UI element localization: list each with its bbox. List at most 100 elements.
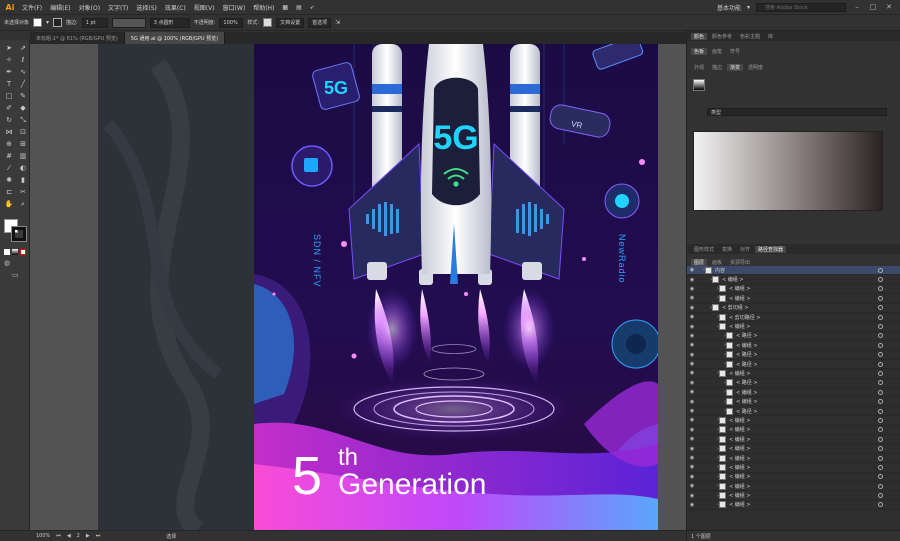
tab-swatches[interactable]: 色板: [691, 47, 708, 55]
menu-window[interactable]: 窗口(W): [219, 3, 250, 12]
tab-5g-doc[interactable]: 5G 通用.ai @ 100% (RGB/GPU 预览): [124, 32, 226, 44]
layer-row[interactable]: ◉ › < 编组 >: [687, 463, 900, 473]
expand-chevron-icon[interactable]: ›: [697, 370, 719, 376]
shape-builder-icon[interactable]: ⊕: [4, 140, 14, 149]
visibility-eye-icon[interactable]: ◉: [687, 314, 697, 320]
layer-target-icon[interactable]: [878, 502, 883, 508]
visibility-eye-icon[interactable]: ◉: [687, 474, 697, 480]
symbol-sprayer-icon[interactable]: ✺: [4, 176, 14, 185]
artboard-tool-icon[interactable]: ⊏: [4, 188, 14, 197]
eraser-icon[interactable]: ◆: [18, 104, 28, 113]
variable-width-dropdown[interactable]: [111, 17, 146, 28]
layer-target-icon[interactable]: [878, 286, 883, 292]
expand-chevron-icon[interactable]: ›: [697, 314, 719, 320]
prev-page-icon[interactable]: ◀: [67, 533, 71, 539]
width-tool-icon[interactable]: ⋈: [4, 128, 14, 137]
expand-chevron-icon[interactable]: ›: [697, 427, 719, 433]
stroke-swatch[interactable]: [53, 18, 63, 27]
layer-target-icon[interactable]: [878, 361, 883, 367]
layer-target-icon[interactable]: [878, 446, 883, 452]
chevron-down-icon[interactable]: ▾: [46, 19, 49, 26]
expand-chevron-icon[interactable]: ›: [697, 474, 719, 480]
menu-view[interactable]: 视图(V): [190, 3, 219, 12]
visibility-eye-icon[interactable]: ◉: [687, 455, 697, 461]
layer-target-icon[interactable]: [878, 267, 883, 273]
curvature-icon[interactable]: ∿: [18, 68, 28, 77]
layer-row[interactable]: ◉ › < 编组 >: [687, 285, 900, 295]
layer-target-icon[interactable]: [878, 408, 883, 414]
doc-setup-button[interactable]: 文档设置: [276, 17, 305, 28]
rectangle-tool-icon[interactable]: □: [4, 92, 14, 101]
expand-chevron-icon[interactable]: ›: [697, 436, 719, 442]
stroke-box[interactable]: [11, 226, 27, 242]
visibility-eye-icon[interactable]: ◉: [687, 305, 697, 311]
visibility-eye-icon[interactable]: ◉: [687, 333, 697, 339]
minimize-icon[interactable]: –: [852, 2, 862, 12]
shaper-icon[interactable]: ✐: [4, 104, 14, 113]
blend-icon[interactable]: ◐: [18, 164, 28, 173]
canvas[interactable]: 5G 5G VR SDN / NFV NewRadio 5 th Generat…: [30, 44, 686, 530]
color-mode-icon[interactable]: [4, 249, 10, 255]
expand-chevron-icon[interactable]: ›: [697, 305, 712, 311]
layer-target-icon[interactable]: [878, 324, 883, 330]
magic-wand-icon[interactable]: ✧: [4, 56, 14, 65]
expand-chevron-icon[interactable]: ›: [697, 464, 719, 470]
layer-row[interactable]: ◉ › < 编组 >: [687, 341, 900, 351]
layer-row[interactable]: ◉ › < 编组 >: [687, 388, 900, 398]
arrange-icon[interactable]: ▤: [292, 4, 306, 11]
layer-target-icon[interactable]: [878, 483, 883, 489]
layer-target-icon[interactable]: [878, 427, 883, 433]
mesh-icon[interactable]: #: [4, 152, 14, 161]
page-field[interactable]: 2: [77, 533, 80, 539]
layer-row[interactable]: ◉ › < 编组 >: [687, 322, 900, 332]
expand-chevron-icon[interactable]: ›: [697, 389, 726, 395]
tab-brushes[interactable]: 画笔: [709, 48, 725, 55]
layer-target-icon[interactable]: [878, 455, 883, 461]
tab-graphic-styles[interactable]: 图形样式: [691, 246, 717, 253]
direct-selection-icon[interactable]: ⇗: [18, 44, 28, 53]
tab-color[interactable]: 颜色: [691, 32, 708, 40]
pen-tool-icon[interactable]: ✒: [4, 68, 14, 77]
tab-gradient[interactable]: 渐变: [727, 63, 744, 71]
align-icon[interactable]: ⇲: [335, 19, 340, 26]
tab-transparency[interactable]: 透明度: [745, 64, 766, 71]
visibility-eye-icon[interactable]: ◉: [687, 399, 697, 405]
type-tool-icon[interactable]: T: [4, 80, 14, 89]
stock-search-input[interactable]: 搜索 Adobe Stock: [756, 2, 846, 12]
tab-stroke[interactable]: 描边: [709, 64, 725, 71]
tab-appearance[interactable]: 外观: [691, 64, 707, 71]
screen-mode-icon[interactable]: ▭: [0, 271, 29, 279]
layer-row[interactable]: ◉ › < 编组 >: [687, 294, 900, 304]
zoom-field[interactable]: 100%: [36, 533, 50, 539]
slice-tool-icon[interactable]: ✂: [18, 188, 28, 197]
layer-target-icon[interactable]: [878, 333, 883, 339]
tab-asset-export[interactable]: 资源导出: [727, 259, 753, 266]
tab-color-guide[interactable]: 颜色参考: [709, 33, 735, 40]
visibility-eye-icon[interactable]: ◉: [687, 361, 697, 367]
menu-select[interactable]: 选择(S): [132, 3, 161, 12]
gradient-tool-icon[interactable]: ▥: [18, 152, 28, 161]
visibility-eye-icon[interactable]: ◉: [687, 380, 697, 386]
gradient-preview[interactable]: [693, 131, 883, 211]
layer-row[interactable]: ◉ › 内容: [687, 266, 900, 276]
visibility-eye-icon[interactable]: ◉: [687, 464, 697, 470]
layer-target-icon[interactable]: [878, 464, 883, 470]
last-page-icon[interactable]: ⏭: [96, 533, 101, 539]
layer-row[interactable]: ◉ › < 编组 >: [687, 426, 900, 436]
none-mode-icon[interactable]: [20, 249, 26, 255]
layer-target-icon[interactable]: [878, 305, 883, 311]
menu-effect[interactable]: 效果(C): [161, 3, 190, 12]
visibility-eye-icon[interactable]: ◉: [687, 483, 697, 489]
fill-swatch[interactable]: [33, 18, 43, 27]
layer-row[interactable]: ◉ › < 编组 >: [687, 435, 900, 445]
visibility-eye-icon[interactable]: ◉: [687, 286, 697, 292]
layer-row[interactable]: ◉ › < 编组 >: [687, 275, 900, 285]
brush-dropdown[interactable]: 3 点圆形: [149, 17, 190, 28]
visibility-eye-icon[interactable]: ◉: [687, 408, 697, 414]
menu-file[interactable]: 文件(F): [18, 3, 46, 12]
next-page-icon[interactable]: ▶: [86, 533, 90, 539]
layer-row[interactable]: ◉ › < 编组 >: [687, 444, 900, 454]
layer-target-icon[interactable]: [878, 389, 883, 395]
zoom-tool-icon[interactable]: ⌕: [18, 200, 28, 209]
layer-row[interactable]: ◉ › < 编组 >: [687, 473, 900, 482]
